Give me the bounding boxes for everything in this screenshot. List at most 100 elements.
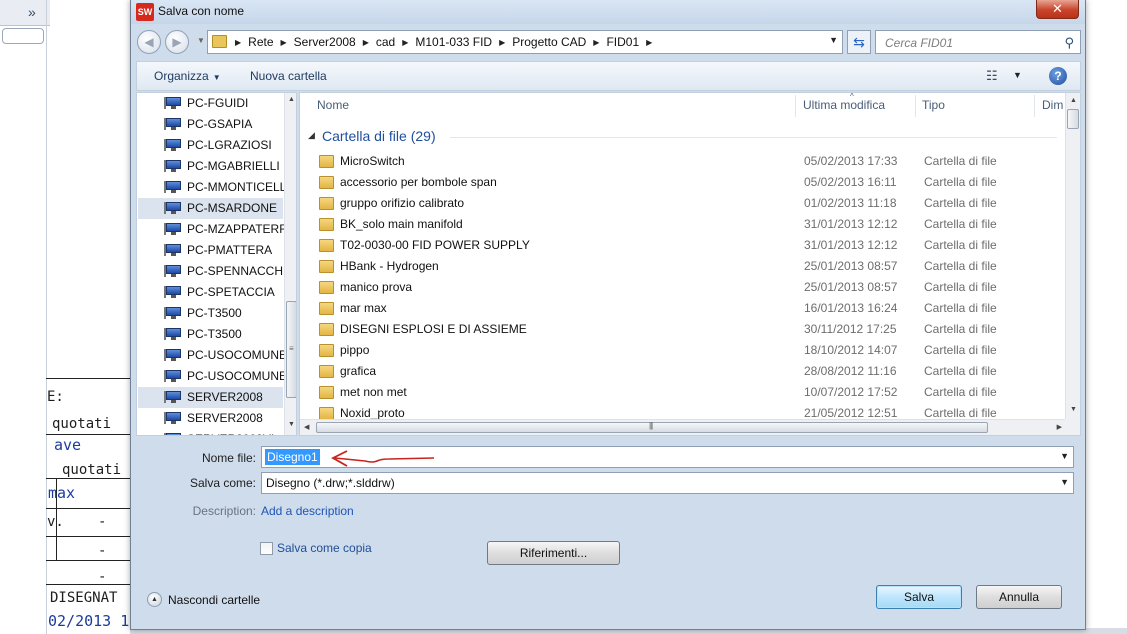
group-collapse-chevron-icon[interactable]: ◢ — [308, 130, 315, 141]
file-type: Cartella di file — [924, 154, 997, 168]
file-row[interactable]: BK_solo main manifold 31/01/2013 12:12 Car… — [300, 214, 1066, 235]
breadcrumb-separator-icon[interactable]: ▶ — [496, 35, 508, 51]
add-description-link[interactable]: Add a description — [261, 504, 354, 518]
column-header-type[interactable]: Tipo — [922, 98, 945, 112]
file-date: 25/01/2013 08:57 — [804, 280, 898, 294]
savetype-chevron-down-icon[interactable]: ▼ — [1060, 477, 1069, 487]
breadcrumb-separator-icon[interactable]: ▶ — [590, 35, 602, 51]
nav-item-computer[interactable]: PC-SPETACCIA — [138, 282, 283, 303]
scroll-up-icon[interactable]: ▲ — [288, 96, 295, 103]
close-button[interactable]: ✕ — [1036, 0, 1079, 19]
dialog-titlebar[interactable]: SW Salva con nome ✕ — [131, 0, 1085, 24]
breadcrumb-separator-icon[interactable]: ▶ — [399, 35, 411, 51]
computer-icon — [166, 97, 181, 109]
column-divider[interactable] — [795, 95, 796, 117]
folder-icon — [319, 365, 334, 378]
save-copy-checkbox[interactable] — [260, 542, 273, 555]
group-title[interactable]: Cartella di file (29) — [322, 128, 436, 144]
filename-chevron-down-icon[interactable]: ▼ — [1060, 451, 1069, 461]
breadcrumb-separator-icon[interactable]: ▶ — [278, 35, 290, 51]
save-button[interactable]: Salva — [876, 585, 962, 609]
nav-item-computer[interactable]: SERVER2008 — [138, 387, 283, 408]
search-input[interactable]: Cerca FID01 ⚲ — [875, 30, 1081, 54]
column-header-modified[interactable]: Ultima modifica — [803, 98, 885, 112]
file-row[interactable]: T02-0030-00 FID POWER SUPPLY 31/01/2013 1… — [300, 235, 1066, 256]
recent-locations-chevron-down-icon[interactable]: ▼ — [197, 36, 205, 45]
file-type: Cartella di file — [924, 322, 997, 336]
view-options-icon[interactable]: ☷ — [986, 68, 998, 84]
nav-item-computer[interactable]: SERVER2008 — [138, 408, 283, 429]
file-row[interactable]: manico prova 25/01/2013 08:57 Cartella di … — [300, 277, 1066, 298]
breadcrumb-item[interactable]: Progetto CAD — [508, 35, 590, 51]
horizontal-scroll-thumb[interactable]: ||| — [316, 421, 988, 433]
nav-item-computer[interactable]: PC-PMATTERA — [138, 240, 283, 261]
nav-item-computer[interactable]: PC-MSARDONE — [138, 198, 283, 219]
breadcrumb-item[interactable]: cad — [372, 35, 399, 51]
file-row[interactable]: grafica 28/08/2012 11:16 Cartella di file — [300, 361, 1066, 382]
nav-item-computer[interactable]: PC-GSAPIA — [138, 114, 283, 135]
nav-item-computer[interactable]: PC-MGABRIELLI — [138, 156, 283, 177]
help-icon[interactable]: ? — [1049, 67, 1067, 85]
nav-item-computer[interactable]: PC-MMONTICELL — [138, 177, 286, 198]
scroll-down-icon[interactable]: ▼ — [288, 421, 295, 428]
file-row[interactable]: met non met 10/07/2012 17:52 Cartella di f… — [300, 382, 1066, 403]
breadcrumb-separator-icon[interactable]: ▶ — [643, 35, 655, 51]
nav-item-computer[interactable]: PC-USOCOMUNE — [138, 345, 287, 366]
refresh-button[interactable]: ⇆ — [847, 30, 871, 54]
nav-item-computer[interactable]: PC-T3500 — [138, 303, 283, 324]
organize-menu[interactable]: Organizza ▼ — [154, 69, 221, 83]
file-vertical-scrollbar[interactable]: ▲ ▼ — [1065, 93, 1080, 419]
title-block-text: v. — [47, 514, 64, 530]
address-history-chevron-down-icon[interactable]: ▼ — [829, 35, 838, 45]
breadcrumb-item[interactable]: FID01 — [602, 35, 643, 51]
file-row[interactable]: HBank - Hydrogen 25/01/2013 08:57 Cartella… — [300, 256, 1066, 277]
search-icon[interactable]: ⚲ — [1064, 35, 1074, 51]
references-button[interactable]: Riferimenti... — [487, 541, 620, 565]
file-row[interactable]: gruppo orifizio calibrato 01/02/2013 11:1… — [300, 193, 1066, 214]
scroll-down-icon[interactable]: ▼ — [1070, 406, 1077, 413]
expand-chevron-icon[interactable]: » — [28, 4, 36, 20]
save-copy-label[interactable]: Salva come copia — [277, 541, 372, 555]
nav-item-computer[interactable]: PC-FGUIDI — [138, 93, 283, 114]
breadcrumb-separator-icon[interactable]: ▶ — [232, 35, 244, 51]
column-divider[interactable] — [1034, 95, 1035, 117]
breadcrumb-item[interactable]: Server2008 — [290, 35, 360, 51]
nav-item-computer[interactable]: PC-T3500 — [138, 324, 283, 345]
scroll-right-icon[interactable]: ▶ — [1057, 423, 1062, 431]
solidworks-app-icon: SW — [136, 3, 154, 21]
scroll-up-icon[interactable]: ▲ — [1070, 97, 1077, 104]
forward-button[interactable]: ▶ — [165, 30, 189, 54]
file-row[interactable]: pippo 18/10/2012 14:07 Cartella di file — [300, 340, 1066, 361]
filename-value[interactable]: Disegno1 — [265, 449, 320, 465]
back-button[interactable]: ◀ — [137, 30, 161, 54]
breadcrumb-item[interactable]: M101-033 FID — [411, 35, 496, 51]
file-row[interactable]: DISEGNI ESPLOSI E DI ASSIEME 30/11/2012 1… — [300, 319, 1066, 340]
address-field[interactable]: ▶ Rete ▶ Server2008 ▶ cad ▶ M101-033 FID ▶ Proget… — [207, 30, 843, 54]
column-header-size[interactable]: Dim — [1042, 98, 1063, 112]
nav-item-computer[interactable]: PC-SPENNACCHI — [138, 261, 286, 282]
file-row[interactable]: MicroSwitch 05/02/2013 17:33 Cartella di f… — [300, 151, 1066, 172]
nav-item-computer[interactable]: PC-LGRAZIOSI — [138, 135, 283, 156]
nav-item-computer[interactable]: PC-MZAPPATERR — [138, 219, 288, 240]
file-row[interactable]: mar max 16/01/2013 16:24 Cartella di file — [300, 298, 1066, 319]
scroll-left-icon[interactable]: ◀ — [304, 423, 309, 431]
cancel-button[interactable]: Annulla — [976, 585, 1062, 609]
nav-scrollbar[interactable]: ▲ ≡ ▼ — [284, 93, 296, 435]
nav-item-computer[interactable]: SERVER2008VI — [138, 429, 283, 435]
nav-item-label: SERVER2008 — [187, 390, 263, 404]
nav-item-computer[interactable]: PC-USOCOMUNE — [138, 366, 287, 387]
background-field[interactable] — [2, 28, 44, 44]
file-scroll-thumb[interactable] — [1067, 109, 1079, 129]
savetype-select[interactable]: Disegno (*.drw;*.slddrw) ▼ — [261, 472, 1074, 494]
file-horizontal-scrollbar[interactable]: ◀ ||| ▶ — [300, 419, 1066, 435]
file-row[interactable]: accessorio per bombole span 05/02/2013 16… — [300, 172, 1066, 193]
column-header-name[interactable]: Nome — [317, 98, 349, 112]
column-divider[interactable] — [915, 95, 916, 117]
hide-folders-label: Nascondi cartelle — [168, 593, 261, 607]
file-type: Cartella di file — [924, 175, 997, 189]
nav-scroll-thumb[interactable]: ≡ — [286, 301, 296, 398]
breadcrumb-separator-icon[interactable]: ▶ — [360, 35, 372, 51]
new-folder-button[interactable]: Nuova cartella — [250, 69, 327, 83]
breadcrumb-item[interactable]: Rete — [244, 35, 277, 51]
view-chevron-down-icon[interactable]: ▼ — [1013, 70, 1022, 80]
